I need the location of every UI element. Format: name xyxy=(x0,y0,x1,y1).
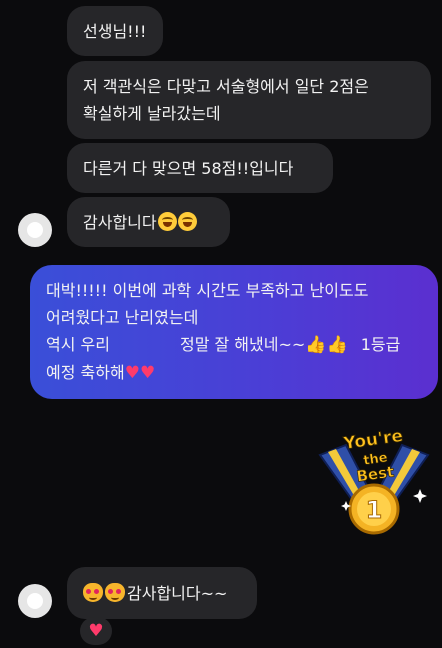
message-text: 감사합니다~~ xyxy=(127,583,228,603)
sparkle-icon xyxy=(413,489,427,503)
message-text-line: 예정 축하해♥♥ xyxy=(46,359,422,387)
message-text-part: 1등급 xyxy=(360,335,401,354)
youre-the-best-sticker[interactable]: 1 You're the Best xyxy=(316,425,432,537)
grinning-squinting-face-icon xyxy=(177,211,197,231)
thumbs-up-icon: 👍 xyxy=(305,335,327,355)
thumbs-up-icon: 👍 xyxy=(326,335,348,355)
message-bubble[interactable]: 선생님!!! xyxy=(67,6,163,56)
message-bubble[interactable]: 감사합니다~~ xyxy=(67,567,257,619)
grinning-squinting-face-icon xyxy=(157,211,177,231)
message-text-part: 역시 우리 xyxy=(46,335,110,354)
message-text-line: 대박!!!!! 이번에 과학 시간도 부족하고 난이도도 xyxy=(46,281,369,300)
red-heart-icon: ♥ xyxy=(88,621,104,641)
red-heart-icon: ♥ xyxy=(139,363,156,383)
message-text-line: 역시 우리 정말 잘 해냈네~~👍👍 1등급 xyxy=(46,331,422,359)
message-bubble[interactable]: 다른거 다 맞으면 58점!!입니다 xyxy=(67,143,333,193)
message-text: 선생님!!! xyxy=(83,21,147,41)
message-text-line: 확실하게 날라갔는데 xyxy=(83,104,221,123)
heart-eyes-cat-icon xyxy=(83,582,103,602)
red-heart-icon: ♥ xyxy=(124,363,140,383)
heart-eyes-cat-icon xyxy=(105,582,125,602)
sticker-text-youre: You're xyxy=(341,426,404,454)
message-reaction[interactable]: ♥ xyxy=(80,617,112,645)
message-text: 감사합니다 xyxy=(83,212,157,232)
message-text: 다른거 다 맞으면 58점!!입니다 xyxy=(83,158,294,178)
message-text-line: 어려웠다고 난리였는데 xyxy=(46,308,199,327)
sticker-number: 1 xyxy=(366,496,383,524)
message-line: 감사합니다~~ xyxy=(83,580,241,607)
my-message-bubble[interactable]: 대박!!!!! 이번에 과학 시간도 부족하고 난이도도 어려웠다고 난리였는데… xyxy=(30,265,438,399)
message-text-part: 예정 축하해 xyxy=(46,363,125,382)
message-text-part: 정말 잘 해냈네~~ xyxy=(179,335,306,354)
avatar[interactable] xyxy=(18,584,52,618)
message-bubble[interactable]: 감사합니다 xyxy=(67,197,230,247)
message-line: 감사합니다 xyxy=(83,209,214,236)
avatar[interactable] xyxy=(18,213,52,247)
message-text-line: 저 객관식은 다맞고 서술형에서 일단 2점은 xyxy=(83,77,369,96)
message-bubble[interactable]: 저 객관식은 다맞고 서술형에서 일단 2점은 확실하게 날라갔는데 xyxy=(67,61,431,139)
